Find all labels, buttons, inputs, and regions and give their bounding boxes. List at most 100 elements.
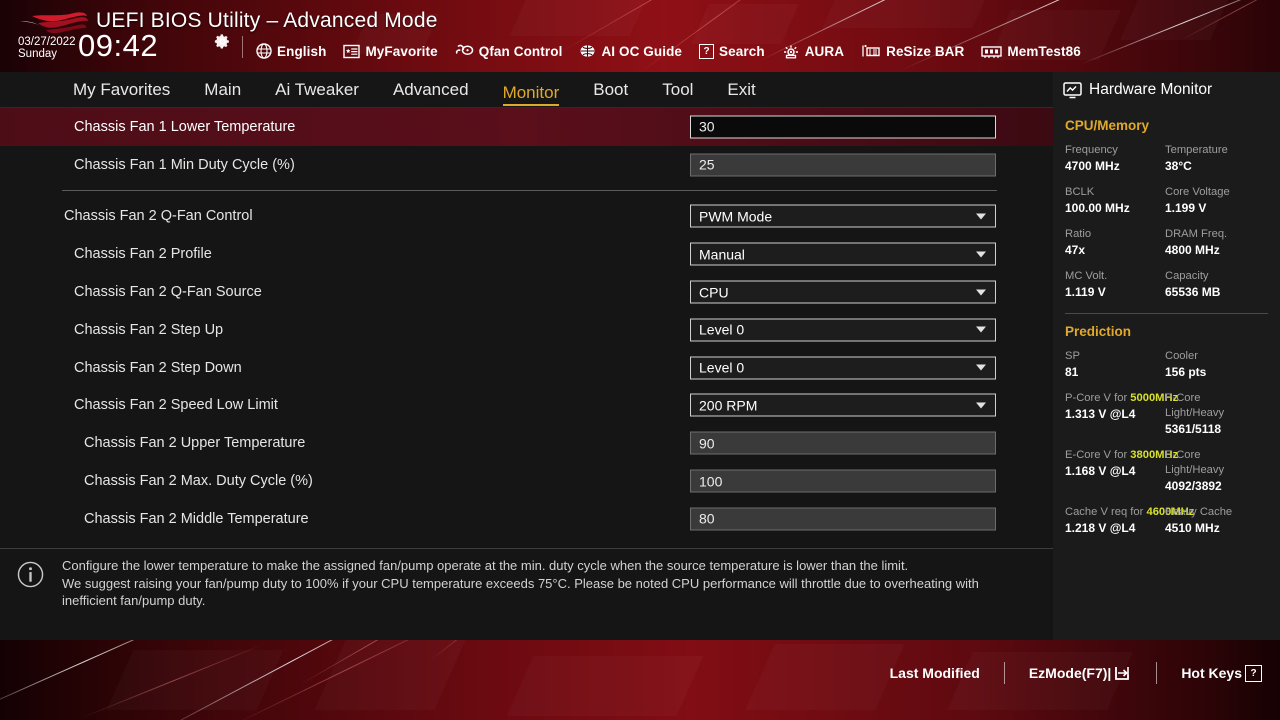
status-separator-1 xyxy=(1003,662,1005,684)
setting-row[interactable]: Chassis Fan 2 Step Down Level 0 xyxy=(0,349,1053,387)
setting-input[interactable]: 90 xyxy=(690,431,996,455)
setting-row[interactable]: Chassis Fan 2 Middle Temperature 80 xyxy=(0,500,1053,538)
tab-monitor[interactable]: Monitor xyxy=(486,75,577,106)
hwm-stat-key: Temperature xyxy=(1165,144,1228,156)
setting-row[interactable]: Chassis Fan 2 Q-Fan Control PWM Mode xyxy=(0,198,1053,236)
setting-row[interactable]: Chassis Fan 1 Lower Temperature 30 xyxy=(0,108,1053,146)
tab-main[interactable]: Main xyxy=(187,72,258,108)
setting-dropdown[interactable]: Level 0 xyxy=(690,356,996,380)
hwm-stat-key: DRAM Freq. xyxy=(1165,228,1228,240)
hwm-stat-value: 81 xyxy=(1065,365,1079,379)
setting-value: CPU xyxy=(699,284,729,301)
date-display: 03/27/2022 Sunday xyxy=(18,36,76,60)
hwm-detail-grid: P-Core V for 5000MHz 1.313 V @L4 P-Core Lig… xyxy=(1065,391,1270,547)
setting-input[interactable]: 30 xyxy=(690,115,996,139)
hwm-stat: Frequency 4700 MHz xyxy=(1065,143,1165,174)
hotkeys-button[interactable]: Hot Keys ? xyxy=(1181,664,1262,682)
hotkeys-label: Hot Keys xyxy=(1181,665,1242,681)
menu-item-english[interactable]: English xyxy=(256,43,326,59)
setting-row[interactable]: Chassis Fan 1 Min Duty Cycle (%) 25 xyxy=(0,146,1053,184)
hwm-stat-value: 4800 MHz xyxy=(1165,243,1220,257)
setting-value: Manual xyxy=(699,246,745,263)
tab-exit[interactable]: Exit xyxy=(710,72,772,108)
hwm-stat: MC Volt. 1.119 V xyxy=(1065,269,1165,300)
menu-item-memtest86[interactable]: MemTest86 xyxy=(981,44,1081,59)
chevron-down-icon[interactable] xyxy=(976,402,986,409)
hwm-stat-key: E-Core Light/Heavy xyxy=(1165,449,1225,476)
setting-row[interactable]: Chassis Fan 2 Step Up Level 0 xyxy=(0,311,1053,349)
hardware-monitor-header: Hardware Monitor xyxy=(1053,72,1280,108)
hwm-stat-value: 1.313 V @L4 xyxy=(1065,407,1136,421)
chevron-down-icon[interactable] xyxy=(976,289,986,296)
hardware-monitor-panel: CPU/Memory Frequency 4700 MHz Temperature 38… xyxy=(1053,108,1280,640)
setting-dropdown[interactable]: Level 0 xyxy=(690,318,996,342)
tab-my-favorites[interactable]: My Favorites xyxy=(56,72,187,108)
hwm-stat-key: SP xyxy=(1065,350,1080,362)
hwm-stat: Heavy Cache 4510 MHz xyxy=(1165,505,1270,536)
setting-value: 30 xyxy=(699,118,715,135)
tab-boot[interactable]: Boot xyxy=(576,72,645,108)
menu-item-label: MyFavorite xyxy=(365,43,438,59)
hwm-stat: Temperature 38°C xyxy=(1165,143,1270,174)
hwm-stat: Cooler 156 pts xyxy=(1165,349,1270,380)
setting-dropdown[interactable]: CPU xyxy=(690,280,996,304)
menu-item-ai-oc-guide[interactable]: AI OC Guide xyxy=(579,43,682,59)
chevron-down-icon[interactable] xyxy=(976,213,986,220)
menu-item-resize-bar[interactable]: ReSize BAR xyxy=(861,43,964,59)
help-line-2: We suggest raising your fan/pump duty to… xyxy=(62,575,979,609)
memory-icon xyxy=(981,45,1003,58)
hwm-stat: P-Core Light/Heavy 5361/5118 xyxy=(1165,391,1270,437)
setting-label: Chassis Fan 2 Middle Temperature xyxy=(84,510,309,527)
setting-input[interactable]: 80 xyxy=(690,507,996,531)
chevron-down-icon[interactable] xyxy=(976,326,986,333)
last-modified-button[interactable]: Last Modified xyxy=(890,665,980,681)
tab-ai-tweaker[interactable]: Ai Tweaker xyxy=(258,72,376,108)
setting-row[interactable]: Chassis Fan 2 Q-Fan Source CPU xyxy=(0,273,1053,311)
setting-row[interactable]: Chassis Fan 2 Speed Low Limit 200 RPM xyxy=(0,387,1053,425)
chevron-down-icon[interactable] xyxy=(976,364,986,371)
divider-line xyxy=(62,189,997,191)
menu-item-search[interactable]: ? Search xyxy=(699,43,765,59)
setting-row[interactable]: Chassis Fan 2 Profile Manual xyxy=(0,235,1053,273)
section-divider xyxy=(0,184,1053,198)
setting-input[interactable]: 100 xyxy=(690,469,996,493)
setting-label: Chassis Fan 2 Step Down xyxy=(74,359,242,376)
enter-arrow-icon xyxy=(1115,667,1130,680)
setting-dropdown[interactable]: PWM Mode xyxy=(690,204,996,228)
hwm-stat-value: 1.199 V xyxy=(1165,201,1207,215)
hwm-stat-key: BCLK xyxy=(1065,186,1095,198)
ezmode-button[interactable]: EzMode(F7)| xyxy=(1029,665,1132,681)
tab-tool[interactable]: Tool xyxy=(645,72,710,108)
hwm-stat-key: Cooler xyxy=(1165,350,1198,362)
menu-item-myfavorite[interactable]: MyFavorite xyxy=(343,43,438,59)
hardware-monitor-body: CPU/Memory Frequency 4700 MHz Temperature 38… xyxy=(1053,108,1280,547)
hwm-stat-key: Ratio xyxy=(1065,228,1092,240)
hwm-stat-value: 1.168 V @L4 xyxy=(1065,464,1136,478)
tab-advanced[interactable]: Advanced xyxy=(376,72,486,108)
tab-label: Tool xyxy=(662,80,694,99)
hwm-stat-key: Cache V req for 4600MHz xyxy=(1065,506,1195,518)
setting-input[interactable]: 25 xyxy=(690,153,996,177)
hwm-stat-value: 1.218 V @L4 xyxy=(1065,521,1136,535)
menu-item-label: ReSize BAR xyxy=(886,43,965,59)
setting-dropdown[interactable]: 200 RPM xyxy=(690,393,996,417)
hwm-divider xyxy=(1065,313,1268,314)
setting-dropdown[interactable]: Manual xyxy=(690,242,996,266)
menu-item-label: AURA xyxy=(804,43,845,59)
setting-value: PWM Mode xyxy=(699,208,773,225)
chevron-down-icon[interactable] xyxy=(976,251,986,258)
hwm-stat-key: E-Core V for 3800MHz xyxy=(1065,449,1179,461)
menu-item-aura[interactable]: AURA xyxy=(782,43,844,59)
hwm-stat: E-Core Light/Heavy 4092/3892 xyxy=(1165,448,1270,494)
setting-row[interactable]: Chassis Fan 2 Max. Duty Cycle (%) 100 xyxy=(0,462,1053,500)
menu-item-qfan-control[interactable]: Qfan Control xyxy=(455,43,563,59)
nav-tabs: My Favorites Main Ai Tweaker Advanced Monito… xyxy=(56,72,773,108)
bios-screen: UEFI BIOS Utility – Advanced Mode 03/27/… xyxy=(0,0,1280,720)
gear-icon[interactable] xyxy=(214,33,231,50)
help-line-1: Configure the lower temperature to make … xyxy=(62,558,909,573)
settings-list: Chassis Fan 1 Lower Temperature 30 Chassis… xyxy=(0,108,1053,548)
settings-scrollbar-track[interactable] xyxy=(1031,108,1035,548)
setting-row[interactable]: Chassis Fan 2 Upper Temperature 90 xyxy=(0,424,1053,462)
hwm-stat-value: 65536 MB xyxy=(1165,285,1221,299)
hwm-stat-value: 100.00 MHz xyxy=(1065,201,1130,215)
